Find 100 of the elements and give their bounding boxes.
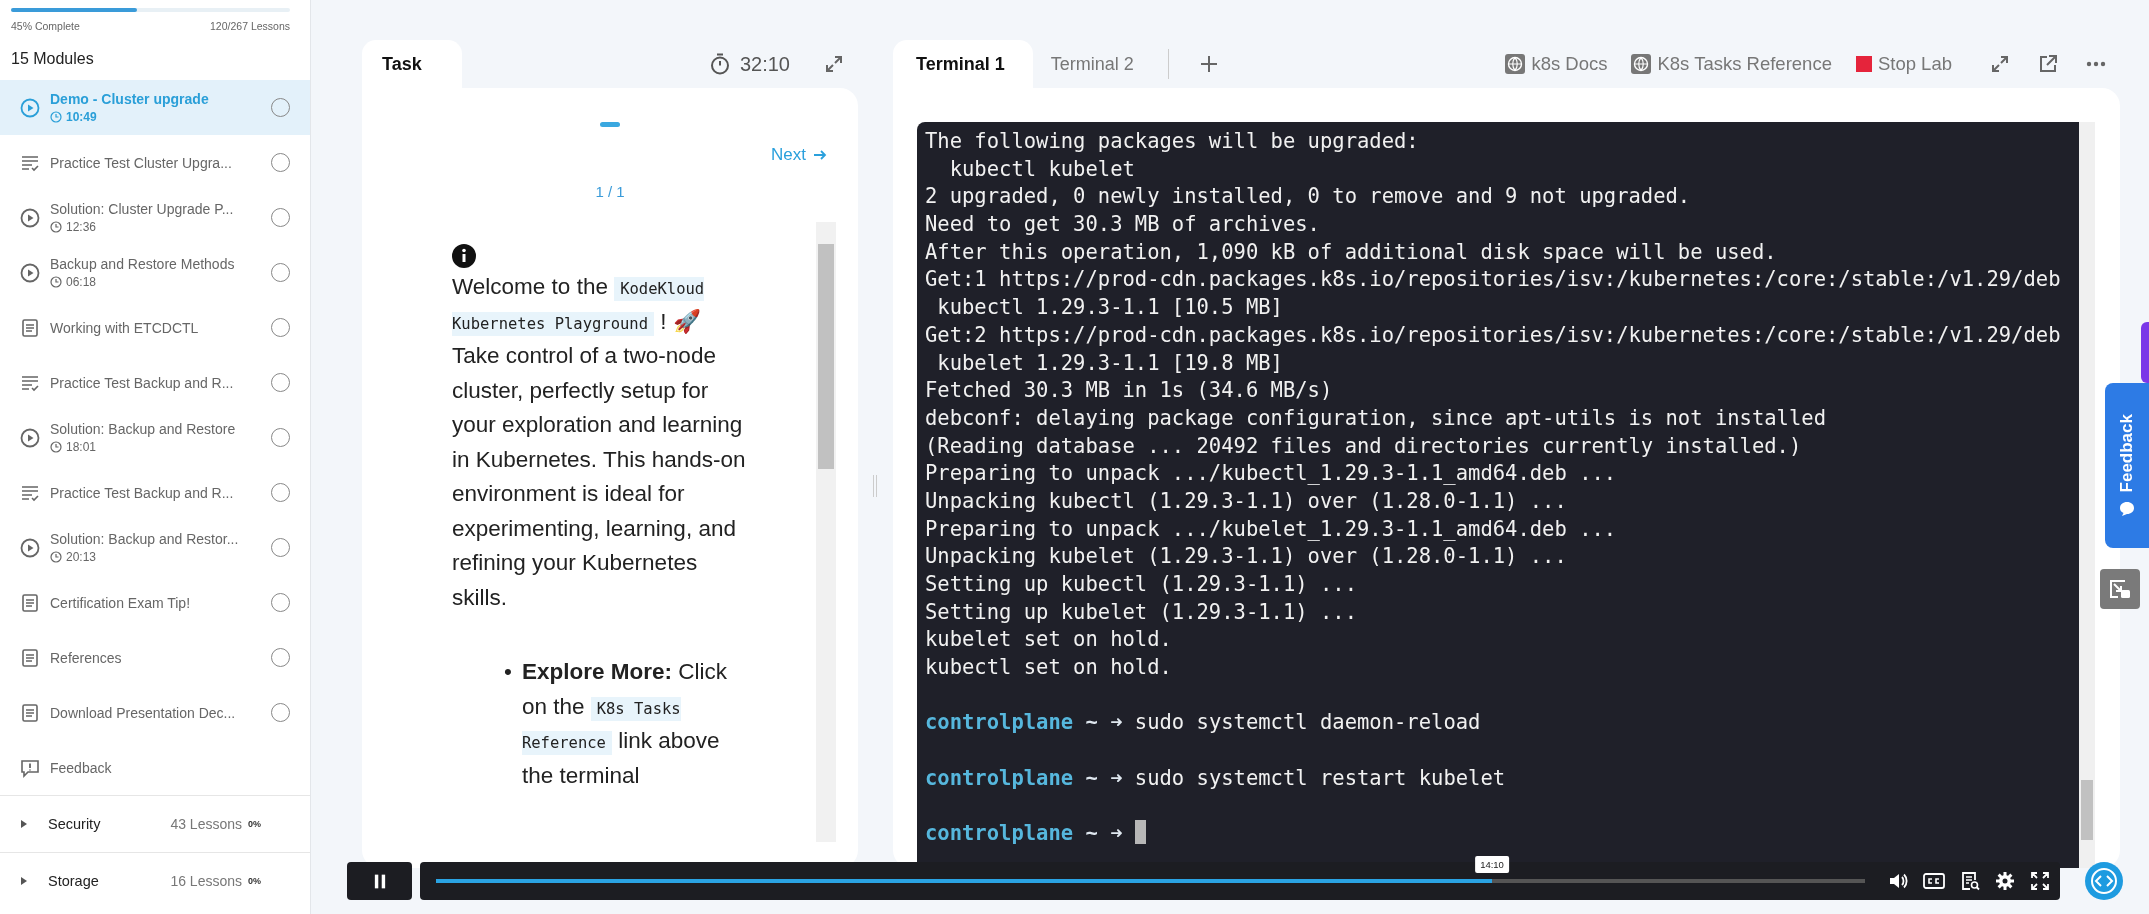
header-link[interactable]: k8s Docs: [1505, 53, 1608, 75]
lesson-title: Download Presentation Dec...: [50, 704, 237, 721]
terminal-line: Get:2 https://prod-cdn.packages.k8s.io/repositories/isv:/kubernetes:/core:/stable:/v1.29/deb: [925, 321, 2062, 349]
transcript-icon[interactable]: [1960, 871, 1980, 891]
clock-icon: [50, 276, 62, 288]
lesson-title: Working with ETCDCTL: [50, 319, 200, 336]
more-icon[interactable]: [2086, 61, 2106, 67]
lesson-item[interactable]: Practice Test Cluster Upgra...: [0, 135, 310, 190]
lesson-item[interactable]: Solution: Cluster Upgrade P... 12:36: [0, 190, 310, 245]
module-section[interactable]: Security 43 Lessons 0%: [0, 795, 310, 852]
time-tooltip: 14:10: [1475, 856, 1509, 873]
terminal-line: Need to get 30.3 MB of archives.: [925, 211, 1321, 239]
terminal-line: After this operation, 1,090 kB of additional disk space will be used.: [925, 238, 1778, 266]
pause-icon: [373, 873, 386, 889]
lesson-item[interactable]: Practice Test Backup and R...: [0, 465, 310, 520]
clock-icon: [50, 111, 62, 123]
lesson-duration: 20:13: [66, 550, 97, 564]
terminal-line: kubectl set on hold.: [925, 654, 1173, 682]
terminal-line: kubectl 1.29.3-1.1 [10.5 MB]: [936, 294, 1284, 322]
lesson-title: Feedback: [50, 759, 113, 776]
globe-icon: [1505, 54, 1526, 74]
chat-bubble-icon: [2119, 500, 2135, 517]
terminal-line: kubelet set on hold.: [925, 626, 1173, 654]
play-circle-icon: [20, 207, 40, 228]
terminal-tab[interactable]: Terminal 2: [1032, 40, 1144, 88]
lesson-title: Demo - Cluster upgrade: [50, 91, 210, 107]
stop-icon: [1855, 56, 1872, 72]
timer: 32:10: [739, 52, 790, 76]
captions-icon[interactable]: [1923, 873, 1945, 889]
caret-icon: [20, 819, 28, 829]
clock-icon: [50, 551, 62, 563]
document-icon: [20, 592, 40, 613]
splitter-handle[interactable]: [873, 475, 877, 497]
lesson-item[interactable]: Certification Exam Tip!: [0, 575, 310, 630]
terminal-tab[interactable]: Terminal 1: [893, 40, 1033, 88]
module-section[interactable]: Storage 16 Lessons 0%: [0, 852, 310, 909]
feedback-tab[interactable]: Feedback: [2105, 383, 2149, 548]
play-circle-icon: [20, 97, 40, 118]
code-logo-icon[interactable]: [2084, 861, 2124, 901]
settings-icon[interactable]: [1995, 871, 2015, 891]
terminal-line: Setting up kubectl (1.29.3-1.1) ...: [925, 571, 1358, 598]
terminal-line: (Reading database ... 20492 files and directories currently installed.): [925, 432, 1803, 460]
lesson-item[interactable]: Working with ETCDCTL: [0, 300, 310, 355]
welcome-paragraph: Welcome to the KodeKloud Kubernetes Playground ! 🚀 Take control of a two-node cluster, perfectly setup for your exploration and learning in Kubernetes. This hands-on environment is ideal for experimenting, learning, and refining your Kubernetes skills.: [452, 273, 747, 612]
play-circle-icon: [20, 262, 40, 283]
module-title: Storage: [48, 873, 100, 889]
terminal-line: 2 upgraded, 0 newly installed, 0 to remove and 9 not upgraded.: [925, 183, 1692, 211]
info-icon: [452, 244, 476, 268]
terminal-line: Setting up kubelet (1.29.3-1.1) ...: [925, 598, 1358, 626]
lesson-title: Solution: Cluster Upgrade P...: [50, 201, 235, 217]
expand-icon[interactable]: [824, 54, 844, 74]
task-tab[interactable]: Task: [362, 40, 462, 88]
picture-in-picture-icon[interactable]: [2100, 569, 2140, 609]
prompt-line: controlplane ~ ➜ sudo systemctl restart kubelet: [925, 764, 1507, 792]
module-title: Security: [48, 816, 102, 832]
lesson-item[interactable]: Solution: Backup and Restore 18:01: [0, 410, 310, 465]
feedback-icon: [20, 757, 40, 778]
terminal-line: Fetched 30.3 MB in 1s (34.6 MB/s): [925, 377, 1334, 405]
side-panel-tab[interactable]: [2141, 322, 2149, 383]
lesson-title: Practice Test Cluster Upgra...: [50, 154, 233, 171]
prompt-line: controlplane ~ ➜: [925, 820, 2071, 848]
globe-icon: [1631, 54, 1652, 74]
lesson-item[interactable]: Feedback: [0, 740, 310, 795]
modules-heading: 15 Modules: [11, 50, 95, 68]
terminal-line: Preparing to unpack .../kubelet_1.29.3-1.1_amd64.deb ...: [925, 515, 1618, 543]
terminal-line: Unpacking kubelet (1.29.3-1.1) over (1.28.0-1.1) ...: [925, 543, 1568, 571]
terminal-scrollbar[interactable]: [2079, 122, 2095, 868]
expand-icon[interactable]: [1990, 54, 2010, 74]
lesson-item[interactable]: Download Presentation Dec...: [0, 685, 310, 740]
lesson-count: 16 Lessons: [169, 873, 242, 889]
scroll-thumb[interactable]: [818, 244, 834, 469]
plus-icon[interactable]: [1198, 54, 1219, 74]
lesson-title: Certification Exam Tip!: [50, 594, 192, 611]
pause-button[interactable]: [347, 862, 412, 900]
fullscreen-icon[interactable]: [2030, 871, 2050, 891]
lessons-count: 120/267 Lessons: [210, 20, 290, 32]
play-circle-icon: [20, 427, 40, 448]
terminal-line: kubelet 1.29.3-1.1 [19.8 MB]: [936, 349, 1284, 377]
volume-icon[interactable]: [1888, 871, 1908, 891]
lesson-title: Backup and Restore Methods: [50, 256, 236, 272]
header-link[interactable]: K8s Tasks Reference: [1631, 53, 1832, 75]
scrollbar[interactable]: [816, 222, 836, 842]
lesson-item[interactable]: References: [0, 630, 310, 685]
lesson-title: Practice Test Backup and R...: [50, 374, 235, 391]
prompt-line: controlplane ~ ➜ sudo systemctl daemon-reload: [925, 709, 1482, 737]
header-link[interactable]: Stop Lab: [1855, 53, 1952, 75]
lesson-item[interactable]: Solution: Backup and Restor... 20:13: [0, 520, 310, 575]
module-percent: 0%: [248, 876, 261, 886]
play-circle-icon: [20, 537, 40, 558]
drag-handle[interactable]: [600, 122, 620, 127]
terminal-line: Preparing to unpack .../kubectl_1.29.3-1.1_amd64.deb ...: [925, 460, 1618, 488]
lesson-duration: 12:36: [66, 220, 97, 234]
terminal-line: Unpacking kubectl (1.29.3-1.1) over (1.28.0-1.1) ...: [925, 487, 1568, 515]
document-icon: [20, 702, 40, 723]
external-link-icon[interactable]: [2038, 54, 2058, 74]
lesson-item[interactable]: Practice Test Backup and R...: [0, 355, 310, 410]
lesson-item[interactable]: Backup and Restore Methods 06:18: [0, 245, 310, 300]
clock-icon: [50, 221, 62, 233]
caret-icon: [20, 876, 28, 886]
scroll-thumb[interactable]: [2081, 780, 2093, 840]
